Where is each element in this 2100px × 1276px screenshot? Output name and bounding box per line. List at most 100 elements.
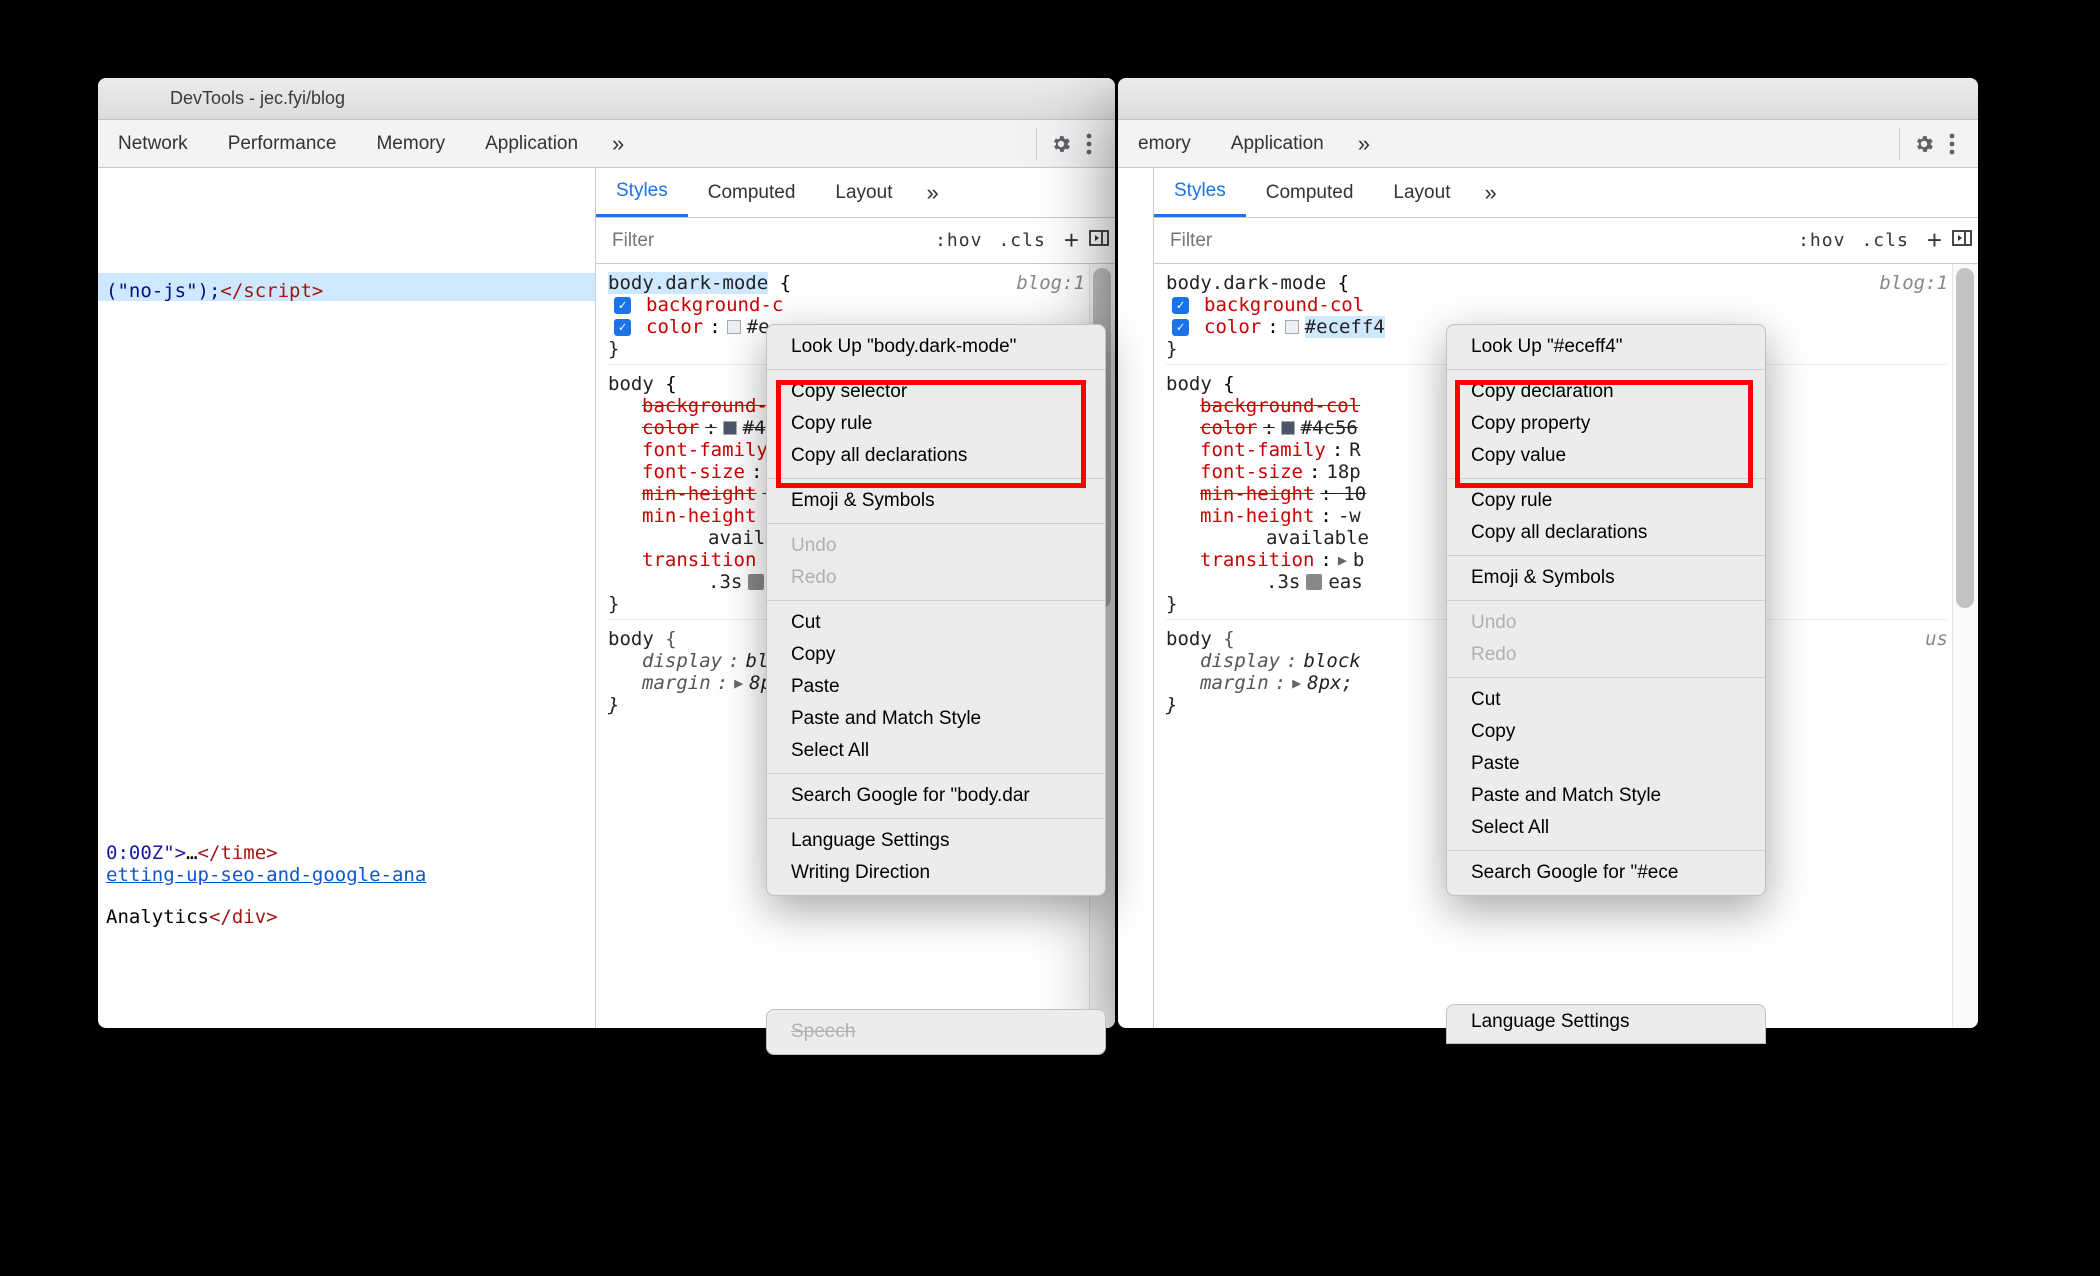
ctx-language-settings[interactable]: Language Settings: [767, 825, 1105, 857]
ctx-copy-declaration[interactable]: Copy declaration: [1447, 376, 1765, 408]
css-selector[interactable]: body.dark-mode: [608, 272, 768, 294]
tab-memory-clipped[interactable]: emory: [1118, 120, 1211, 167]
cls-toggle[interactable]: .cls: [990, 230, 1053, 251]
gear-icon[interactable]: [1910, 130, 1938, 158]
css-source-link[interactable]: blog:1: [1016, 272, 1085, 294]
tab-styles[interactable]: Styles: [1154, 168, 1246, 217]
tab-network[interactable]: Network: [98, 120, 208, 167]
expand-caret-icon[interactable]: ▶: [1338, 551, 1347, 569]
css-source-link[interactable]: us: [1925, 628, 1948, 650]
styles-filterbar: :hov .cls +: [596, 218, 1115, 264]
tab-performance[interactable]: Performance: [208, 120, 357, 167]
ctx-emoji[interactable]: Emoji & Symbols: [1447, 562, 1765, 594]
ctx-paste[interactable]: Paste: [1447, 748, 1765, 780]
ctx-writing-direction[interactable]: Writing Direction: [767, 857, 1105, 889]
ctx-lookup[interactable]: Look Up "body.dark-mode": [767, 331, 1105, 363]
tab-computed[interactable]: Computed: [688, 168, 816, 217]
css-selector[interactable]: body: [608, 628, 654, 650]
css-selector[interactable]: body: [608, 373, 654, 395]
ctx-undo: Undo: [767, 530, 1105, 562]
kebab-icon[interactable]: [1938, 130, 1966, 158]
dom-line-script-close[interactable]: ("no-js");</script​>: [106, 280, 587, 302]
tab-application[interactable]: Application: [465, 120, 598, 167]
styles-filter-input[interactable]: [1160, 230, 1790, 252]
expand-caret-icon[interactable]: ▶: [1292, 674, 1301, 692]
styles-tabbar: Styles Computed Layout »: [596, 168, 1115, 218]
ctx-copy-rule[interactable]: Copy rule: [1447, 485, 1765, 517]
easing-icon[interactable]: [748, 574, 764, 590]
ctx-emoji[interactable]: Emoji & Symbols: [767, 485, 1105, 517]
ctx-select-all[interactable]: Select All: [1447, 812, 1765, 844]
dom-line-link[interactable]: etting-up-seo-and-google-ana: [106, 864, 587, 886]
tab-overflow-icon[interactable]: »: [1344, 131, 1384, 157]
tab-overflow-icon[interactable]: »: [598, 131, 638, 157]
context-menu-selector[interactable]: Look Up "body.dark-mode" Copy selector C…: [766, 324, 1106, 896]
ctx-lookup[interactable]: Look Up "#eceff4": [1447, 331, 1765, 363]
ctx-copy-property[interactable]: Copy property: [1447, 408, 1765, 440]
ctx-copy-value[interactable]: Copy value: [1447, 440, 1765, 472]
window-titlebar[interactable]: [1118, 78, 1978, 120]
tab-layout[interactable]: Layout: [1373, 168, 1470, 217]
styles-scrollbar[interactable]: [1952, 264, 1978, 1028]
styles-tab-overflow-icon[interactable]: »: [912, 180, 952, 206]
declaration-toggle-checkbox[interactable]: [614, 319, 631, 336]
ctx-search-google[interactable]: Search Google for "#ece: [1447, 857, 1765, 889]
styles-tab-overflow-icon[interactable]: »: [1470, 180, 1510, 206]
ctx-search-google[interactable]: Search Google for "body.dar: [767, 780, 1105, 812]
sidebar-toggle-icon[interactable]: [1089, 228, 1109, 254]
ctx-separator: [767, 369, 1105, 370]
tab-layout[interactable]: Layout: [815, 168, 912, 217]
declaration-toggle-checkbox[interactable]: [1172, 297, 1189, 314]
ctx-copy[interactable]: Copy: [1447, 716, 1765, 748]
kebab-icon[interactable]: [1075, 130, 1103, 158]
ctx-paste[interactable]: Paste: [767, 671, 1105, 703]
ctx-select-all[interactable]: Select All: [767, 735, 1105, 767]
ctx-copy-rule[interactable]: Copy rule: [767, 408, 1105, 440]
gear-icon[interactable]: [1047, 130, 1075, 158]
new-rule-button[interactable]: +: [1054, 225, 1089, 256]
css-declaration[interactable]: background-c: [608, 294, 1085, 316]
ctx-copy-selector[interactable]: Copy selector: [767, 376, 1105, 408]
ctx-cut[interactable]: Cut: [767, 607, 1105, 639]
styles-filter-input[interactable]: [602, 230, 927, 252]
ctx-cut[interactable]: Cut: [1447, 684, 1765, 716]
ctx-speech: Speech: [767, 1016, 1105, 1048]
declaration-toggle-checkbox[interactable]: [1172, 319, 1189, 336]
tab-computed[interactable]: Computed: [1246, 168, 1374, 217]
ctx-redo: Redo: [1447, 639, 1765, 671]
hov-toggle[interactable]: :hov: [927, 230, 990, 251]
tab-memory[interactable]: Memory: [356, 120, 465, 167]
sidebar-toggle-icon[interactable]: [1952, 228, 1972, 254]
ctx-paste-match[interactable]: Paste and Match Style: [767, 703, 1105, 735]
tab-application[interactable]: Application: [1211, 120, 1344, 167]
cls-toggle[interactable]: .cls: [1853, 230, 1916, 251]
dom-line-time[interactable]: 0:00Z">…</time>: [106, 842, 587, 864]
css-selector[interactable]: body: [1166, 373, 1212, 395]
ctx-copy[interactable]: Copy: [767, 639, 1105, 671]
css-selector[interactable]: body.dark-mode: [1166, 272, 1326, 294]
styles-scrollbar-thumb[interactable]: [1956, 268, 1974, 608]
window-titlebar[interactable]: DevTools - jec.fyi/blog: [98, 78, 1115, 120]
ctx-copy-all-declarations[interactable]: Copy all declarations: [1447, 517, 1765, 549]
css-declaration[interactable]: background-col: [1166, 294, 1948, 316]
declaration-toggle-checkbox[interactable]: [614, 297, 631, 314]
css-source-link[interactable]: blog:1: [1879, 272, 1948, 294]
dom-line-analytics[interactable]: Analytics</div>: [106, 906, 587, 928]
color-swatch-icon[interactable]: [727, 320, 741, 334]
color-swatch-icon[interactable]: [723, 421, 737, 435]
css-selector[interactable]: body: [1166, 628, 1212, 650]
elements-tree-pane[interactable]: ("no-js");</script​> 0:00Z">…</time> ett…: [98, 168, 596, 1028]
ctx-copy-all-declarations[interactable]: Copy all declarations: [767, 440, 1105, 472]
context-menu-value[interactable]: Look Up "#eceff4" Copy declaration Copy …: [1446, 324, 1766, 896]
main-toolbar: emory Application »: [1118, 120, 1978, 168]
color-swatch-icon[interactable]: [1285, 320, 1299, 334]
expand-caret-icon[interactable]: ▶: [734, 674, 743, 692]
tab-styles[interactable]: Styles: [596, 168, 688, 217]
ctx-separator: [1447, 600, 1765, 601]
easing-icon[interactable]: [1306, 574, 1322, 590]
color-swatch-icon[interactable]: [1281, 421, 1295, 435]
new-rule-button[interactable]: +: [1917, 225, 1952, 256]
ctx-paste-match[interactable]: Paste and Match Style: [1447, 780, 1765, 812]
hov-toggle[interactable]: :hov: [1790, 230, 1853, 251]
ctx-separator: [767, 523, 1105, 524]
